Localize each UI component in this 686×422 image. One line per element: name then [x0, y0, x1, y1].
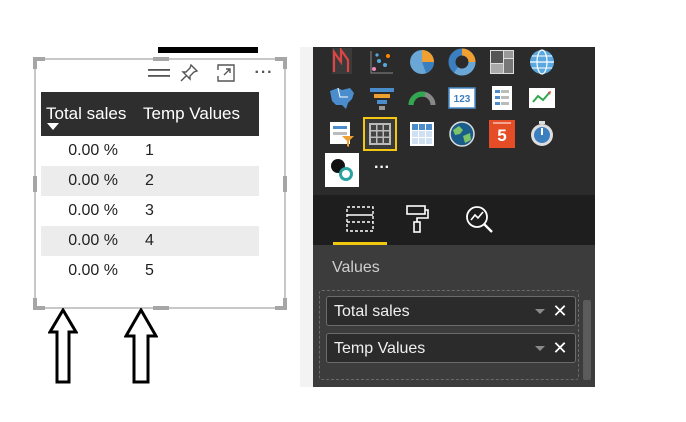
resize-handle-bottom-right-v[interactable] [283, 298, 287, 310]
close-icon[interactable]: ✕ [550, 300, 570, 322]
table-cell-temp-values: 1 [145, 142, 154, 159]
column-header-label: Total sales [46, 104, 127, 123]
funnel-chart-icon[interactable] [367, 83, 397, 113]
ribbon-chart-icon[interactable] [327, 47, 357, 77]
table-cell-temp-values: 3 [145, 202, 154, 219]
more-visuals-icon[interactable]: ··· [367, 153, 397, 183]
scatter-chart-icon[interactable] [367, 47, 397, 77]
scrollbar[interactable] [583, 300, 591, 380]
treemap-icon[interactable] [487, 47, 517, 77]
table-row: 0.00 % 1 [41, 136, 259, 166]
pin-icon[interactable] [177, 62, 201, 84]
pane-tabs [313, 195, 595, 245]
donut-chart-icon[interactable] [447, 47, 477, 77]
resize-handle-right[interactable] [283, 176, 287, 192]
table-cell-total-sales: 0.00 % [68, 202, 118, 219]
html5-visual-icon[interactable]: 5 [487, 119, 517, 149]
arcgis-map-icon[interactable] [447, 119, 477, 149]
column-header-total-sales[interactable]: Total sales [41, 92, 138, 136]
format-tab-icon[interactable] [397, 201, 437, 237]
visualizations-pane: 123 5 ··· Values Total sales ✕ Temp Valu… [313, 47, 595, 387]
table-visual[interactable]: ··· Total sales Temp Values 0.00 % 1 0.0… [33, 57, 287, 310]
slicer-icon[interactable] [327, 119, 357, 149]
table-header-row: Total sales Temp Values [41, 92, 259, 136]
table-row: 0.00 % 3 [41, 196, 259, 226]
visual-header: ··· [36, 60, 284, 88]
sort-descending-icon[interactable] [47, 123, 59, 130]
close-icon[interactable]: ✕ [550, 337, 570, 359]
table-row: 0.00 % 4 [41, 226, 259, 256]
table-cell-temp-values: 2 [138, 166, 259, 196]
matrix-icon[interactable] [407, 119, 437, 149]
multi-row-card-icon[interactable] [487, 83, 517, 113]
filled-map-icon[interactable] [327, 83, 357, 113]
fields-tab-icon[interactable] [340, 201, 380, 237]
chevron-down-icon[interactable] [535, 346, 545, 351]
focus-mode-icon[interactable] [214, 62, 238, 84]
table-cell-temp-values: 4 [138, 226, 259, 256]
field-pill-total-sales[interactable]: Total sales ✕ [326, 296, 576, 326]
custom-visual-icon[interactable] [527, 119, 557, 149]
table-cell-temp-values: 5 [145, 262, 154, 279]
more-options-icon[interactable]: ··· [250, 62, 278, 84]
table-cell-total-sales: 0.00 % [68, 142, 118, 159]
analytics-tab-icon[interactable] [459, 201, 499, 237]
values-well[interactable]: Total sales ✕ Temp Values ✕ [319, 290, 579, 380]
column-header-label: Temp Values [143, 104, 241, 123]
field-pill-temp-values[interactable]: Temp Values ✕ [326, 333, 576, 363]
table-icon[interactable] [363, 117, 397, 151]
table-cell-total-sales: 0.00 % [41, 166, 138, 196]
column-header-temp-values[interactable]: Temp Values [138, 92, 259, 136]
svg-text:5: 5 [497, 126, 506, 145]
globe-map-icon[interactable] [527, 47, 557, 77]
table-cell-total-sales: 0.00 % [41, 226, 138, 256]
up-arrow-annotation [47, 307, 79, 389]
resize-handle-bottom-left-v[interactable] [33, 298, 37, 310]
drag-handle-icon[interactable] [146, 62, 172, 84]
field-pill-label: Temp Values [334, 340, 426, 357]
table-cell-total-sales: 0.00 % [68, 262, 118, 279]
top-black-bar [158, 47, 258, 53]
data-table: Total sales Temp Values 0.00 % 1 0.00 % … [41, 92, 259, 286]
up-arrow-annotation [123, 306, 159, 389]
card-icon[interactable]: 123 [447, 83, 477, 113]
resize-handle-left[interactable] [33, 176, 37, 192]
table-row: 0.00 % 2 [41, 166, 259, 196]
panel-divider [300, 47, 313, 387]
pie-chart-icon[interactable] [407, 47, 437, 77]
field-pill-label: Total sales [334, 303, 410, 320]
values-well-label: Values [332, 259, 380, 276]
kpi-icon[interactable] [527, 83, 557, 113]
gauge-icon[interactable] [407, 83, 437, 113]
custom-visual-2-icon[interactable] [325, 153, 359, 187]
fields-section: Values Total sales ✕ Temp Values ✕ [313, 245, 595, 387]
table-row: 0.00 % 5 [41, 256, 259, 286]
svg-text:123: 123 [454, 94, 471, 105]
chevron-down-icon[interactable] [535, 309, 545, 314]
